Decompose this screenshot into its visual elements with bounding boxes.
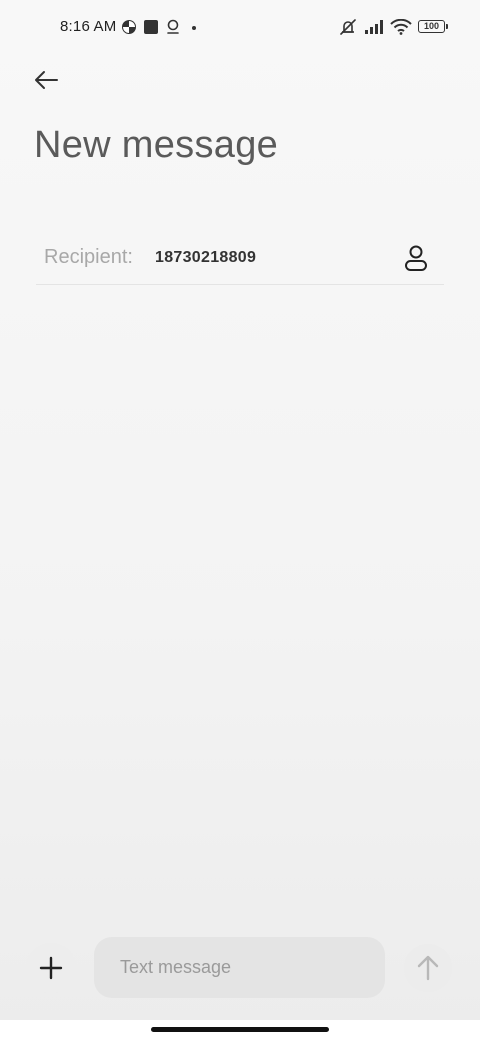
send-arrow-icon xyxy=(417,955,439,981)
page-title: New message xyxy=(34,124,279,166)
text-message-input[interactable] xyxy=(94,937,385,998)
square-app-icon xyxy=(144,20,158,34)
contact-picker-button[interactable] xyxy=(400,242,432,274)
navigation-bar xyxy=(0,1020,480,1040)
location-icon xyxy=(167,19,179,34)
add-attachment-button[interactable] xyxy=(26,943,76,993)
pinwheel-icon xyxy=(122,20,136,34)
status-bar: 8:16 AM 100 xyxy=(0,0,480,56)
contact-icon xyxy=(405,245,427,271)
status-time: 8:16 AM xyxy=(60,18,117,35)
screen: 8:16 AM 100 New message Recipient: 18730… xyxy=(0,0,480,1040)
mute-icon xyxy=(340,19,356,35)
recipient-field[interactable]: Recipient: 18730218809 xyxy=(36,236,444,285)
plus-icon xyxy=(39,956,63,980)
home-indicator[interactable] xyxy=(151,1027,329,1032)
send-button[interactable] xyxy=(404,944,452,992)
signal-icon xyxy=(365,20,383,34)
dot-icon xyxy=(192,26,196,30)
recipient-number[interactable]: 18730218809 xyxy=(155,249,256,267)
recipient-label: Recipient: xyxy=(44,246,133,268)
wifi-icon xyxy=(390,19,412,35)
back-button[interactable] xyxy=(28,64,64,96)
back-arrow-icon xyxy=(35,71,58,89)
battery-level: 100 xyxy=(423,21,440,31)
battery-icon: 100 xyxy=(418,20,448,33)
